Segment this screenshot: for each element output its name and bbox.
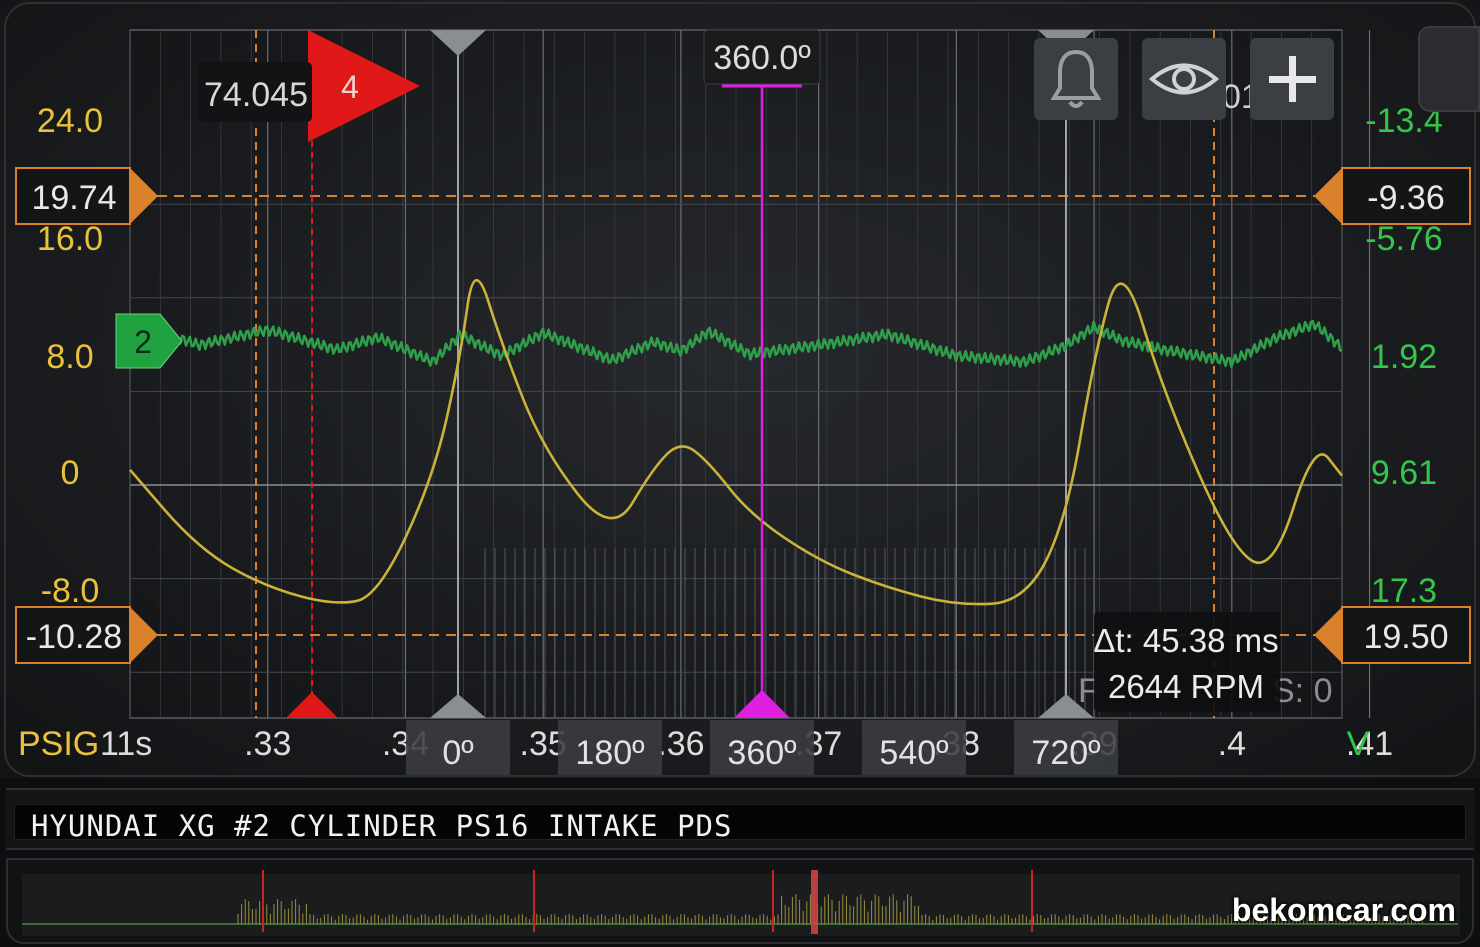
degree-label: 720º xyxy=(1031,734,1100,772)
cursor-angle-label: 360.0º xyxy=(713,39,811,77)
x-axis-tick: .33 xyxy=(244,725,291,763)
left-axis-tick: -8.0 xyxy=(41,572,100,610)
hidden-label-right: S: 0 xyxy=(1272,672,1332,710)
left-unit-label: PSIG xyxy=(18,725,99,763)
left-axis-tick: 8.0 xyxy=(46,338,93,376)
waveform-title: HYUNDAI XG #2 CYLINDER PS16 INTAKE PDS xyxy=(31,809,733,843)
left-axis-tick: 0 xyxy=(61,454,80,492)
watermark: bekomcar.com xyxy=(1231,892,1456,928)
degree-label: 540º xyxy=(879,734,948,772)
delta-t-readout: Δt: 45.38 ms xyxy=(1093,622,1278,659)
degree-label: 180º xyxy=(575,734,644,772)
bell-icon xyxy=(1050,49,1102,108)
left-axis-tick: 16.0 xyxy=(37,220,103,258)
overview-window xyxy=(811,870,818,934)
marker-number: 4 xyxy=(341,69,359,105)
right-axis-tick: 17.3 xyxy=(1371,572,1437,610)
channel-badge-label: 2 xyxy=(134,324,152,360)
degree-label: 0º xyxy=(442,734,473,772)
degree-label: 360º xyxy=(727,734,796,772)
alarm-button[interactable] xyxy=(1034,38,1118,120)
rpm-readout: 2644 RPM xyxy=(1108,668,1264,705)
right-unit-label: V xyxy=(1347,725,1370,763)
eye-icon xyxy=(1148,63,1220,95)
left-cursor-value: 19.74 xyxy=(31,179,116,217)
panel-handle[interactable] xyxy=(1418,26,1480,112)
add-button[interactable] xyxy=(1250,38,1334,120)
x-axis-tick: .36 xyxy=(657,725,704,763)
right-cursor-value: -9.36 xyxy=(1367,179,1445,217)
x-axis-tick: .4 xyxy=(1218,725,1246,763)
marker-readout: 74.045 xyxy=(204,76,308,114)
plus-icon xyxy=(1269,56,1316,102)
right-axis-tick: 1.92 xyxy=(1371,338,1437,376)
title-field[interactable]: HYUNDAI XG #2 CYLINDER PS16 INTAKE PDS xyxy=(14,804,1466,843)
right-axis-tick: 9.61 xyxy=(1371,454,1437,492)
visibility-button[interactable] xyxy=(1142,38,1226,120)
left-cursor-value: -10.28 xyxy=(26,618,122,656)
x-axis-label: 11s xyxy=(100,725,152,763)
waveform-title-bar: HYUNDAI XG #2 CYLINDER PS16 INTAKE PDS xyxy=(6,788,1474,850)
left-axis-tick: 24.0 xyxy=(37,102,103,140)
right-cursor-value: 19.50 xyxy=(1363,618,1448,656)
right-axis-tick: -5.76 xyxy=(1365,220,1443,258)
